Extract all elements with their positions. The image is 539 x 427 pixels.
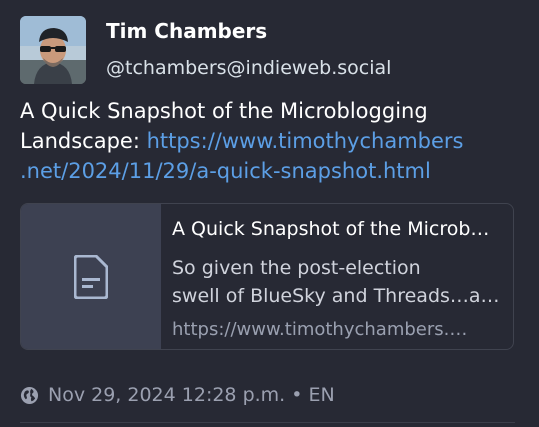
document-icon (74, 254, 108, 299)
author-handle[interactable]: @tchambers@indieweb.social (106, 57, 391, 79)
card-body: A Quick Snapshot of the Microb… So given… (172, 204, 505, 349)
card-description: So given the post-election swell of Blue… (172, 254, 505, 310)
author-name[interactable]: Tim Chambers (106, 19, 267, 43)
card-title[interactable]: A Quick Snapshot of the Microb… (172, 218, 505, 240)
divider (20, 422, 515, 423)
link-preview-card[interactable]: A Quick Snapshot of the Microb… So given… (20, 203, 514, 350)
post-timestamp[interactable]: Nov 29, 2024 12:28 p.m. (48, 384, 285, 406)
post-meta: Nov 29, 2024 12:28 p.m. • EN (20, 384, 335, 406)
post-link-part-1[interactable]: https://www.timothychambers (147, 129, 464, 153)
card-thumbnail (21, 204, 161, 349)
post-language: EN (308, 384, 335, 406)
meta-separator: • (291, 384, 303, 406)
card-description-line-2: swell of BlueSky and Threads…a… (172, 285, 500, 307)
avatar[interactable] (20, 16, 86, 84)
card-url[interactable]: https://www.timothychambers.… (172, 319, 505, 340)
card-description-line-1: So given the post-election (172, 257, 421, 279)
post-link-part-2[interactable]: .net/2024/11/29/a-quick-snapshot.html (20, 159, 431, 183)
avatar-image (20, 16, 86, 84)
globe-icon (20, 386, 39, 404)
post-content: A Quick Snapshot of the Microblogging La… (20, 96, 520, 186)
post: Tim Chambers @tchambers@indieweb.social … (0, 0, 539, 427)
